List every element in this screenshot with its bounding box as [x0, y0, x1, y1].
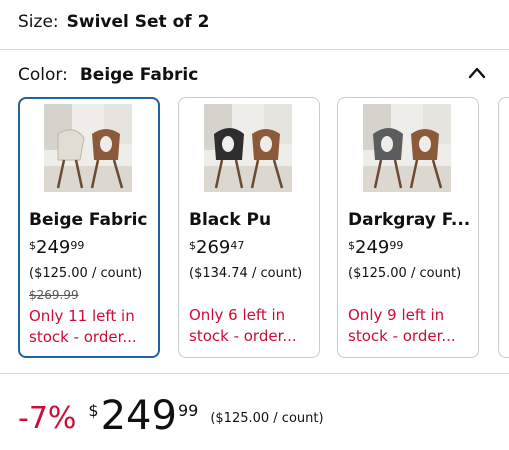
- stock-line: stock - order...: [189, 327, 297, 345]
- discount-percent: -7%: [18, 401, 77, 436]
- product-thumbnail: [204, 104, 292, 192]
- color-option-beige-fabric[interactable]: Beige Fabric $ 249 99 ($125.00 / count) …: [18, 97, 160, 358]
- stock-line: Only 11 left in: [29, 307, 135, 325]
- option-price: $ 249 99: [348, 238, 403, 258]
- price-whole: 249: [355, 237, 390, 258]
- size-value: Swivel Set of 2: [66, 12, 210, 32]
- price-whole: 269: [196, 237, 231, 258]
- color-option-darkgray-fabric[interactable]: Darkgray F... $ 249 99 ($125.00 / count)…: [337, 97, 479, 358]
- price-whole: 249: [100, 393, 177, 439]
- option-stock: Only 9 left in stock - order...: [348, 305, 474, 347]
- stock-line: Only 6 left in: [189, 306, 286, 324]
- color-row[interactable]: Color: Beige Fabric: [18, 65, 198, 91]
- option-price: $ 249 99: [29, 238, 84, 258]
- option-unit-price: ($125.00 / count): [29, 266, 143, 281]
- product-thumbnail: [44, 104, 132, 192]
- option-price: $ 269 47: [189, 238, 244, 258]
- price-currency: $: [189, 239, 196, 252]
- color-value: Beige Fabric: [79, 65, 199, 85]
- price-currency: $: [348, 239, 355, 252]
- option-name: Black Pu: [189, 210, 272, 230]
- price-currency: $: [88, 401, 99, 420]
- chevron-up-icon[interactable]: [467, 63, 487, 83]
- price-fraction: 47: [230, 239, 245, 252]
- option-stock: Only 6 left in stock - order...: [189, 305, 315, 347]
- price-fraction: 99: [177, 401, 199, 420]
- stock-line: Only 9 left in: [348, 306, 445, 324]
- price-summary: -7% $ 249 99 ($125.00 / count): [18, 395, 324, 443]
- option-name: Beige Fabric: [29, 210, 148, 230]
- price-fraction: 99: [70, 239, 85, 252]
- option-name: Darkgray F...: [348, 210, 471, 230]
- divider: [0, 49, 509, 50]
- stock-line: stock - order...: [29, 328, 137, 346]
- option-stock: Only 11 left in stock - order...: [29, 306, 155, 348]
- stock-line: stock - order...: [348, 327, 456, 345]
- divider: [0, 373, 509, 374]
- size-label: Size:: [18, 12, 59, 32]
- size-row: Size: Swivel Set of 2: [18, 12, 209, 38]
- unit-price: ($125.00 / count): [210, 411, 324, 426]
- price-currency: $: [29, 239, 36, 252]
- price-fraction: 99: [389, 239, 404, 252]
- product-thumbnail: [363, 104, 451, 192]
- color-label: Color:: [18, 65, 68, 85]
- price-whole: 249: [36, 237, 71, 258]
- color-option-black-pu[interactable]: Black Pu $ 269 47 ($134.74 / count) Only…: [178, 97, 320, 358]
- color-options: Beige Fabric $ 249 99 ($125.00 / count) …: [18, 97, 509, 359]
- option-list-price: $269.99: [29, 288, 79, 302]
- option-unit-price: ($134.74 / count): [189, 266, 303, 281]
- color-option-next-partial[interactable]: [498, 97, 509, 358]
- option-unit-price: ($125.00 / count): [348, 266, 462, 281]
